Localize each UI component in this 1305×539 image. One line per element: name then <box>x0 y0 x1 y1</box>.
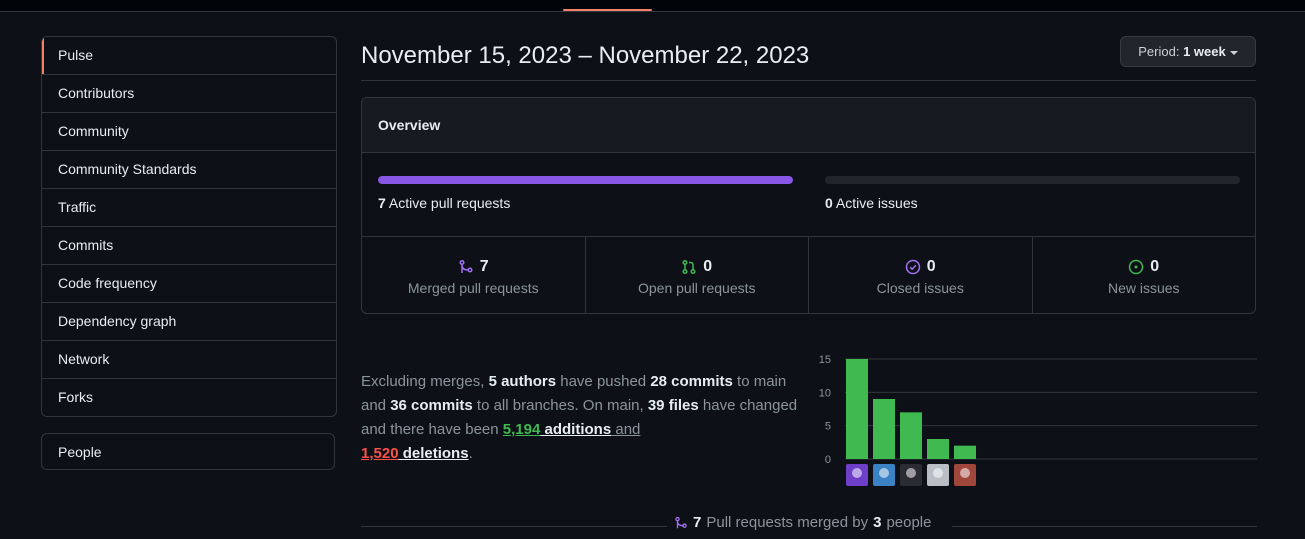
contributor-avatar[interactable] <box>900 464 922 486</box>
sidebar-item-contributors[interactable]: Contributors <box>42 74 336 112</box>
active-issues-label: Active issues <box>835 195 918 211</box>
chart-bar <box>900 412 922 459</box>
merged-prs-label: Merged pull requests <box>407 280 539 296</box>
issue-closed-icon <box>905 259 921 275</box>
chart-y-tick-label: 10 <box>819 387 831 399</box>
summary-text: and <box>611 421 641 438</box>
people-count: 3 <box>873 514 882 531</box>
divider <box>361 526 667 527</box>
active-prs-label: Active pull requests <box>388 195 511 211</box>
additions-link[interactable]: additions <box>540 421 612 438</box>
contributors-bar-chart: 0 5 10 15 <box>819 354 1257 486</box>
new-issues-count: 0 <box>1150 258 1160 275</box>
sidebar-item-people[interactable]: People <box>41 433 335 470</box>
contributor-avatar[interactable] <box>927 464 949 486</box>
chart-y-tick-label: 15 <box>819 354 831 366</box>
git-merge-icon <box>459 259 473 273</box>
summary-text: Excluding merges, <box>361 373 489 390</box>
git-merge-icon <box>675 516 687 528</box>
additions-count[interactable]: 5,194 <box>503 421 541 438</box>
contributor-avatar[interactable] <box>846 464 868 486</box>
stat-closed-issues[interactable]: 0 Closed issues <box>808 237 1032 313</box>
deletions-link[interactable]: deletions <box>399 445 469 462</box>
period-value: 1 week <box>1183 44 1226 59</box>
sidebar-item-label: Commits <box>58 237 114 253</box>
chart-bar <box>927 439 949 459</box>
sidebar-item-forks[interactable]: Forks <box>42 378 336 416</box>
sidebar-item-community[interactable]: Community <box>42 112 336 150</box>
closed-issues-label: Closed issues <box>876 280 964 296</box>
chart-bar <box>846 359 868 459</box>
active-issues-link[interactable]: 0 Active issues <box>825 195 918 211</box>
active-prs-progress[interactable] <box>378 176 793 184</box>
merged-count: 7 <box>693 514 702 531</box>
sidebar-item-label: Code frequency <box>58 275 157 291</box>
active-prs-count: 7 <box>378 195 386 211</box>
sidebar-item-commits[interactable]: Commits <box>42 226 336 264</box>
issue-opened-icon <box>1129 259 1144 275</box>
sidebar-item-network[interactable]: Network <box>42 340 336 378</box>
contributor-avatar[interactable] <box>954 464 976 486</box>
active-tab-indicator <box>563 9 652 11</box>
divider <box>952 526 1257 527</box>
top-nav-bar <box>0 0 1305 12</box>
sidebar-item-dependency-graph[interactable]: Dependency graph <box>42 302 336 340</box>
period-prefix: Period: <box>1138 44 1180 59</box>
active-issues-progress[interactable] <box>825 176 1240 184</box>
stat-open-prs[interactable]: 0 Open pull requests <box>584 237 809 313</box>
divider <box>361 80 1256 81</box>
overview-panel: Overview 7 Active pull requests 0 Active… <box>361 97 1256 314</box>
closed-issues-count: 0 <box>926 258 936 275</box>
active-issues-count: 0 <box>825 195 833 211</box>
contributor-avatar[interactable] <box>873 464 895 486</box>
overview-title: Overview <box>362 98 1255 153</box>
open-prs-count: 0 <box>703 258 713 275</box>
summary-text: . <box>468 445 473 462</box>
merged-prs-heading: 7 Pull requests merged by 3 people <box>674 514 931 531</box>
sidebar-item-code-frequency[interactable]: Code frequency <box>42 264 336 302</box>
sidebar-item-traffic[interactable]: Traffic <box>42 188 336 226</box>
chart-bar <box>873 399 895 459</box>
sidebar-item-label: Forks <box>58 389 93 405</box>
open-prs-label: Open pull requests <box>637 280 756 296</box>
stat-new-issues[interactable]: 0 New issues <box>1031 237 1256 313</box>
new-issues-label: New issues <box>1107 280 1180 296</box>
git-pull-request-icon <box>682 259 696 275</box>
page-title: November 15, 2023 – November 22, 2023 <box>361 42 810 69</box>
people-text: people <box>886 514 932 531</box>
sidebar-item-community-standards[interactable]: Community Standards <box>42 150 336 188</box>
sidebar-item-label: Community Standards <box>58 161 197 177</box>
sidebar-item-label: Pulse <box>58 47 94 63</box>
sidebar-item-label: Dependency graph <box>58 313 177 329</box>
overview-stats: 7 Merged pull requests 0 Open pull reque… <box>362 237 1256 313</box>
sidebar-item-label: Community <box>58 123 129 139</box>
active-prs-link[interactable]: 7 Active pull requests <box>378 195 510 211</box>
merged-text: Pull requests merged by <box>706 514 869 531</box>
insights-sidebar-nav: Pulse Contributors Community Community S… <box>41 36 337 417</box>
stat-merged-prs[interactable]: 7 Merged pull requests <box>362 237 585 313</box>
sidebar-item-label: Network <box>58 351 110 367</box>
summary-text: have pushed <box>556 373 651 390</box>
sidebar-item-label: People <box>58 444 102 460</box>
commit-summary: Excluding merges, 5 authors have pushed … <box>361 370 811 466</box>
sidebar-item-pulse[interactable]: Pulse <box>42 37 336 74</box>
activity-bars: 7 Active pull requests 0 Active issues <box>362 153 1255 237</box>
commits-main-count: 28 commits <box>650 373 733 390</box>
summary-text: to all branches. On main, <box>472 397 648 414</box>
caret-down-icon <box>1229 50 1238 55</box>
chart-y-tick-label: 0 <box>825 454 831 466</box>
chart-y-tick-label: 5 <box>825 421 831 433</box>
deletions-count[interactable]: 1,520 <box>361 445 399 462</box>
sidebar-item-label: Contributors <box>58 85 135 101</box>
chart-bar <box>954 445 976 459</box>
sidebar-item-label: Traffic <box>58 199 97 215</box>
merged-prs-count: 7 <box>479 258 489 275</box>
files-count: 39 files <box>647 397 699 414</box>
commits-all-count: 36 commits <box>390 397 473 414</box>
active-prs-progress-fill <box>378 176 793 184</box>
period-dropdown-button[interactable]: Period: 1 week <box>1120 36 1256 67</box>
authors-count: 5 authors <box>488 373 557 390</box>
